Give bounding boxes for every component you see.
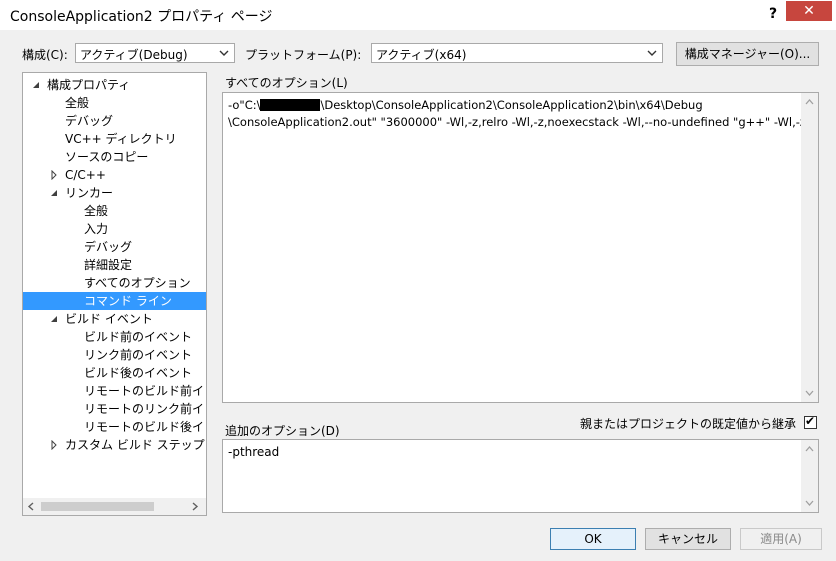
all-options-textbox[interactable]: -o"C:\ \Desktop\ConsoleApplication2\Conso… <box>222 92 819 403</box>
help-button[interactable]: ? <box>762 3 784 25</box>
tree-item-label: C/C++ <box>65 168 106 182</box>
all-options-line1-prefix: -o"C:\ <box>228 98 261 112</box>
tree-item-label: デバッグ <box>65 114 114 128</box>
scroll-up-icon[interactable] <box>805 98 814 105</box>
tree-item-label: ビルド イベント <box>65 312 153 326</box>
platform-value: アクティブ(x64) <box>376 48 467 62</box>
tree-scroll-thumb[interactable] <box>41 502 154 511</box>
close-button[interactable]: ✕ <box>786 1 832 21</box>
inherit-checkbox[interactable]: ✔ <box>804 414 817 429</box>
tree-item[interactable]: ビルド後のイベント <box>23 364 206 382</box>
tree-item[interactable]: ビルド前のイベント <box>23 328 206 346</box>
scroll-up-icon[interactable] <box>805 445 814 452</box>
all-options-line1-suffix: \Desktop\ConsoleApplication2\ConsoleAppl… <box>320 98 703 112</box>
tree-item-selected[interactable]: コマンド ライン <box>23 292 206 310</box>
tree-item[interactable]: リモートのビルド後イ <box>23 418 206 436</box>
tree-item-label: 入力 <box>84 222 109 236</box>
tree-item[interactable]: 構成プロパティ <box>23 76 206 94</box>
tree-item-label: リンク前のイベント <box>84 348 193 362</box>
window-title: ConsoleApplication2 プロパティ ページ <box>10 9 273 25</box>
checkmark-icon: ✔ <box>805 414 816 428</box>
config-dropdown[interactable]: アクティブ(Debug) <box>75 43 235 63</box>
tree-item-label: ソースのコピー <box>65 150 149 164</box>
tree-item-label: コマンド ライン <box>84 294 172 308</box>
platform-dropdown[interactable]: アクティブ(x64) <box>371 43 663 63</box>
tree-item-label: リンカー <box>65 186 114 200</box>
tree-item[interactable]: 詳細設定 <box>23 256 206 274</box>
expanded-triangle-icon[interactable] <box>49 314 59 324</box>
tree-item-label: デバッグ <box>84 240 133 254</box>
apply-button[interactable]: 適用(A) <box>740 528 822 550</box>
chevron-down-icon <box>219 50 229 56</box>
ok-button[interactable]: OK <box>550 528 636 550</box>
tree-item-label: リモートのビルド後イ <box>84 420 205 434</box>
config-manager-button[interactable]: 構成マネージャー(O)... <box>676 42 819 66</box>
scroll-down-icon[interactable] <box>805 500 814 507</box>
tree-item-label: ビルド後のイベント <box>84 366 193 380</box>
tree-item-label: VC++ ディレクトリ <box>65 132 177 146</box>
tree-item[interactable]: リンク前のイベント <box>23 346 206 364</box>
collapsed-triangle-icon[interactable] <box>49 170 59 180</box>
scroll-left-icon[interactable] <box>27 502 35 511</box>
title-bar: ConsoleApplication2 プロパティ ページ ? ✕ <box>0 0 836 30</box>
tree-item[interactable]: 入力 <box>23 220 206 238</box>
expanded-triangle-icon[interactable] <box>31 80 41 90</box>
tree-item-label: 全般 <box>84 204 109 218</box>
all-options-text: -o"C:\ \Desktop\ConsoleApplication2\Conso… <box>228 97 819 131</box>
tree-item[interactable]: 全般 <box>23 202 206 220</box>
tree-item-label: リモートのビルド前イ <box>84 384 205 398</box>
redacted-username <box>260 99 321 111</box>
tree-item[interactable]: ビルド イベント <box>23 310 206 328</box>
all-options-line2: \ConsoleApplication2.out" "3600000" -Wl,… <box>228 115 819 129</box>
tree-item-label: 詳細設定 <box>84 258 133 272</box>
tree-item[interactable]: ソースのコピー <box>23 148 206 166</box>
property-tree[interactable]: 構成プロパティ 全般 デバッグ VC++ ディレクトリ ソースのコピー C/C++ リンカー… <box>22 72 207 516</box>
tree-item-label: すべてのオプション <box>84 276 191 290</box>
tree-item[interactable]: 全般 <box>23 94 206 112</box>
tree-item[interactable]: すべてのオプション <box>23 274 206 292</box>
all-options-vertical-scrollbar[interactable] <box>801 93 818 402</box>
tree-item[interactable]: C/C++ <box>23 166 206 184</box>
tree-item[interactable]: カスタム ビルド ステップ <box>23 436 206 454</box>
additional-options-vertical-scrollbar[interactable] <box>801 440 818 512</box>
tree-horizontal-scrollbar[interactable] <box>23 498 206 515</box>
tree-item[interactable]: リンカー <box>23 184 206 202</box>
collapsed-triangle-icon[interactable] <box>49 440 59 450</box>
tree-item-label: リモートのリンク前イ <box>84 402 205 416</box>
expanded-triangle-icon[interactable] <box>49 188 59 198</box>
config-value: アクティブ(Debug) <box>80 48 188 62</box>
additional-options-label: 追加のオプション(D) <box>225 424 340 438</box>
additional-options-textbox[interactable]: -pthread <box>222 439 819 513</box>
tree-item-label: 構成プロパティ <box>47 78 131 92</box>
cancel-button[interactable]: キャンセル <box>645 528 731 550</box>
tree-item-label: 全般 <box>65 96 90 110</box>
additional-options-value: -pthread <box>228 445 280 459</box>
platform-label: プラットフォーム(P): <box>245 48 362 62</box>
scroll-right-icon[interactable] <box>191 502 199 511</box>
scroll-down-icon[interactable] <box>805 390 814 397</box>
tree-item[interactable]: デバッグ <box>23 112 206 130</box>
inherit-label: 親またはプロジェクトの既定値から継承 <box>580 417 797 431</box>
tree-item[interactable]: リモートのリンク前イ <box>23 400 206 418</box>
tree-item[interactable]: リモートのビルド前イ <box>23 382 206 400</box>
tree-item[interactable]: VC++ ディレクトリ <box>23 130 206 148</box>
chevron-down-icon <box>647 50 657 56</box>
tree-item[interactable]: デバッグ <box>23 238 206 256</box>
config-label: 構成(C): <box>22 48 68 62</box>
tree-item-label: ビルド前のイベント <box>84 330 193 344</box>
tree-item-label: カスタム ビルド ステップ <box>65 438 205 452</box>
all-options-label: すべてのオプション(L) <box>225 76 348 90</box>
